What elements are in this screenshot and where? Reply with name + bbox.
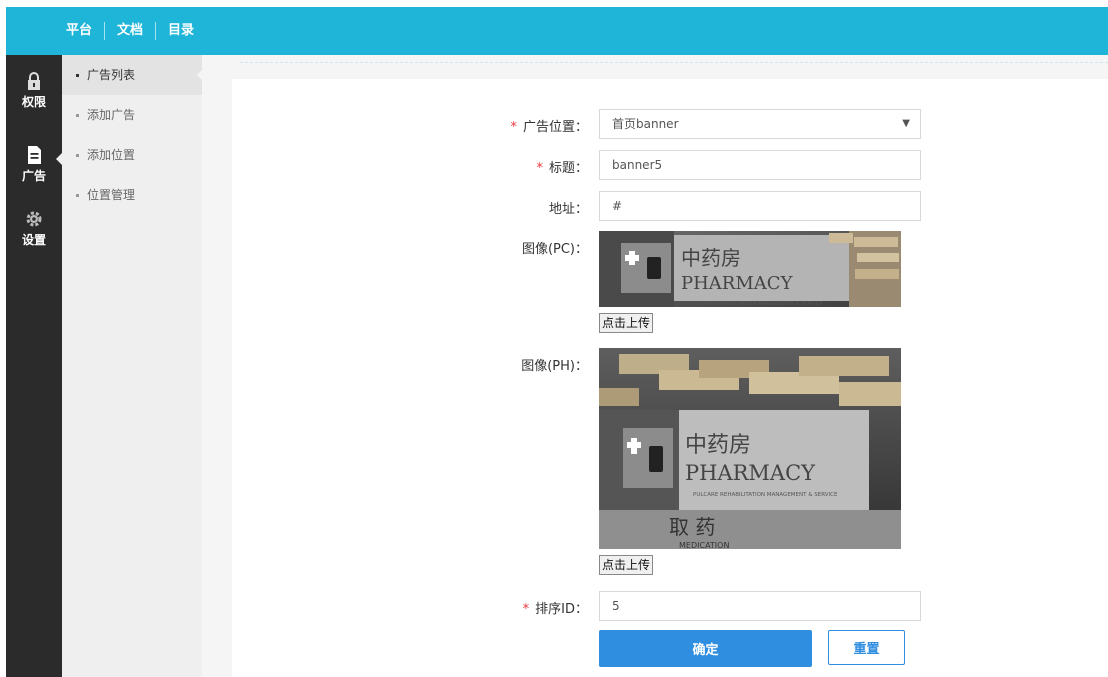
submenu-item-add-ad[interactable]: 添加广告 [62, 95, 202, 135]
image-pc-preview: 中药房 PHARMACY PULCARE REHABILITATION MANA… [599, 231, 901, 307]
position-label-text: 广告位置： [522, 120, 588, 135]
submenu-item-label: 广告列表 [87, 68, 136, 82]
sort-id-input-value: 5 [612, 599, 620, 613]
required-mark: * [536, 161, 543, 176]
required-mark: * [522, 602, 530, 617]
sidebar-item-label: 广告 [21, 169, 46, 183]
submenu-item-label: 位置管理 [87, 188, 136, 202]
sidebar-item-label: 权限 [21, 95, 46, 109]
title-label-text: 标题： [548, 161, 588, 176]
submenu-item-label: 添加位置 [87, 148, 136, 162]
image-ph-label: 图像(PH)： [468, 355, 588, 374]
bullet [76, 154, 79, 157]
submenu: 广告列表 添加广告 添加位置 位置管理 [62, 55, 203, 677]
submenu-item-add-position[interactable]: 添加位置 [62, 135, 202, 175]
image-ph-preview: 中药房 PHARMACY PULCARE REHABILITATION MANA… [599, 348, 901, 549]
title-input[interactable]: banner5 [599, 150, 921, 180]
image-text-bottom-en: MEDICATION [679, 541, 729, 549]
confirm-button[interactable]: 确定 [599, 630, 812, 667]
tab-catalog[interactable]: 目录 [156, 7, 206, 55]
title-label: * 标题： [468, 157, 588, 176]
upload-pc-button[interactable]: 点击上传 [599, 313, 654, 333]
divider [240, 62, 1108, 63]
lock-icon [28, 72, 40, 90]
icon-sidebar: 权限 广告 设置 [6, 55, 62, 677]
document-icon [28, 146, 41, 164]
sidebar-item-ads[interactable]: 广告 [6, 137, 62, 207]
tab-platform[interactable]: 平台 [54, 7, 104, 55]
title-input-value: banner5 [612, 158, 663, 172]
image-text-cn: 中药房 [685, 433, 751, 458]
address-label: 地址： [468, 198, 588, 217]
bullet [76, 114, 79, 117]
position-select-value: 首页banner [612, 117, 679, 131]
bullet [76, 74, 79, 77]
image-pc-label: 图像(PC)： [468, 238, 588, 257]
address-label-text: 地址： [548, 202, 588, 217]
pharmacy-banner-image: 中药房 PHARMACY PULCARE REHABILITATION MANA… [599, 348, 901, 549]
sort-id-label: * 排序ID： [468, 598, 588, 617]
image-text-en: PHARMACY [681, 273, 794, 294]
image-text-bottom: 取 药 [669, 515, 715, 539]
image-ph-label-text: 图像(PH)： [521, 359, 588, 374]
gear-icon [26, 211, 42, 227]
sort-id-label-text: 排序ID： [535, 602, 588, 617]
submenu-item-position-manage[interactable]: 位置管理 [62, 175, 202, 215]
sidebar-item-label: 设置 [21, 233, 46, 247]
tab-docs[interactable]: 文档 [105, 7, 155, 55]
position-label: * 广告位置： [468, 116, 588, 135]
chevron-down-icon: ▼ [902, 118, 910, 129]
image-text-en: PHARMACY [685, 461, 816, 485]
sidebar-item-settings[interactable]: 设置 [6, 201, 62, 271]
submenu-item-label: 添加广告 [87, 108, 136, 122]
top-navbar: 平台 文档 目录 [6, 7, 1108, 55]
required-mark: * [510, 120, 517, 135]
bullet [76, 194, 79, 197]
top-nav: 平台 文档 目录 [54, 7, 206, 55]
submenu-item-ad-list[interactable]: 广告列表 [62, 55, 203, 95]
reset-button[interactable]: 重置 [828, 630, 905, 665]
image-text-cn: 中药房 [681, 246, 741, 270]
address-input-value: # [612, 199, 623, 213]
sidebar-item-permissions[interactable]: 权限 [6, 63, 62, 133]
image-text-sub: PULCARE REHABILITATION MANAGEMENT & SERV… [693, 492, 838, 498]
sort-id-input[interactable]: 5 [599, 591, 921, 621]
image-text-sub: PULCARE REHABILITATION MANAGEMENT & SERV… [691, 301, 822, 307]
upload-ph-button[interactable]: 点击上传 [599, 555, 654, 575]
pharmacy-banner-image: 中药房 PHARMACY PULCARE REHABILITATION MANA… [599, 231, 901, 307]
image-pc-label-text: 图像(PC)： [521, 242, 588, 257]
address-input[interactable]: # [599, 191, 921, 221]
position-select[interactable]: 首页banner ▼ [599, 109, 921, 139]
